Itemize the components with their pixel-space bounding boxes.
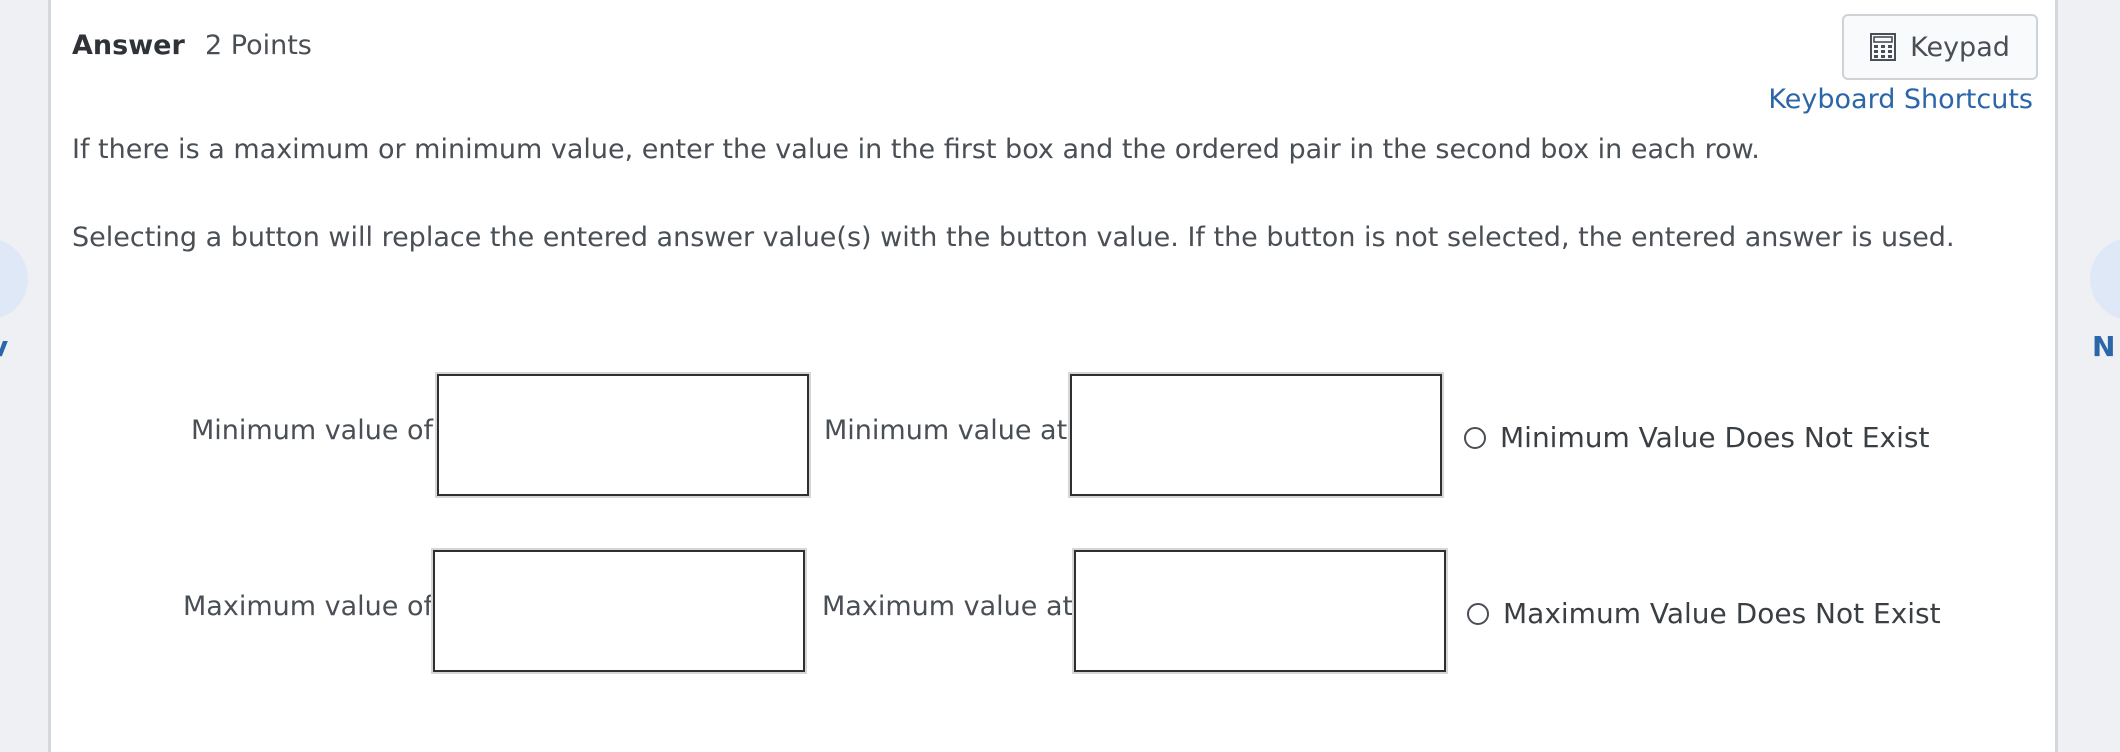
minimum-dne-radio[interactable]	[1464, 426, 1486, 449]
keypad-button[interactable]: Keypad	[1842, 14, 2038, 80]
minimum-value-input[interactable]	[437, 374, 809, 496]
instruction-text-1: If there is a maximum or minimum value, …	[72, 134, 1760, 165]
minimum-value-at-input[interactable]	[1070, 374, 1442, 496]
maximum-value-at-input[interactable]	[1074, 550, 1446, 672]
calculator-icon	[1870, 33, 1897, 61]
maximum-dne-label[interactable]: Maximum Value Does Not Exist	[1503, 597, 1941, 630]
minimum-dne-option[interactable]: Minimum Value Does Not Exist	[1464, 421, 1929, 454]
answer-card: Answer 2 Points Keypad Keyboard Shortcut…	[48, 0, 2058, 752]
maximum-value-of-label: Maximum value of	[183, 591, 433, 622]
maximum-value-at-label: Maximum value at	[822, 591, 1074, 622]
maximum-value-input[interactable]	[433, 550, 805, 672]
maximum-dne-radio[interactable]	[1467, 602, 1489, 625]
keypad-button-label: Keypad	[1910, 31, 2010, 63]
minimum-value-at-label: Minimum value at	[824, 415, 1068, 446]
previous-nav-label[interactable]: v	[0, 330, 8, 363]
next-nav-label[interactable]: N	[2092, 330, 2115, 363]
next-nav-button[interactable]	[2090, 238, 2120, 320]
answer-heading: Answer	[72, 30, 185, 61]
keyboard-shortcuts-link[interactable]: Keyboard Shortcuts	[1768, 84, 2033, 115]
points-label: 2 Points	[205, 30, 312, 61]
minimum-value-of-label: Minimum value of	[191, 415, 434, 446]
instruction-text-2: Selecting a button will replace the ente…	[72, 222, 1955, 253]
maximum-dne-option[interactable]: Maximum Value Does Not Exist	[1467, 597, 1941, 630]
minimum-dne-label[interactable]: Minimum Value Does Not Exist	[1500, 421, 1929, 454]
previous-nav-button[interactable]	[0, 238, 28, 320]
